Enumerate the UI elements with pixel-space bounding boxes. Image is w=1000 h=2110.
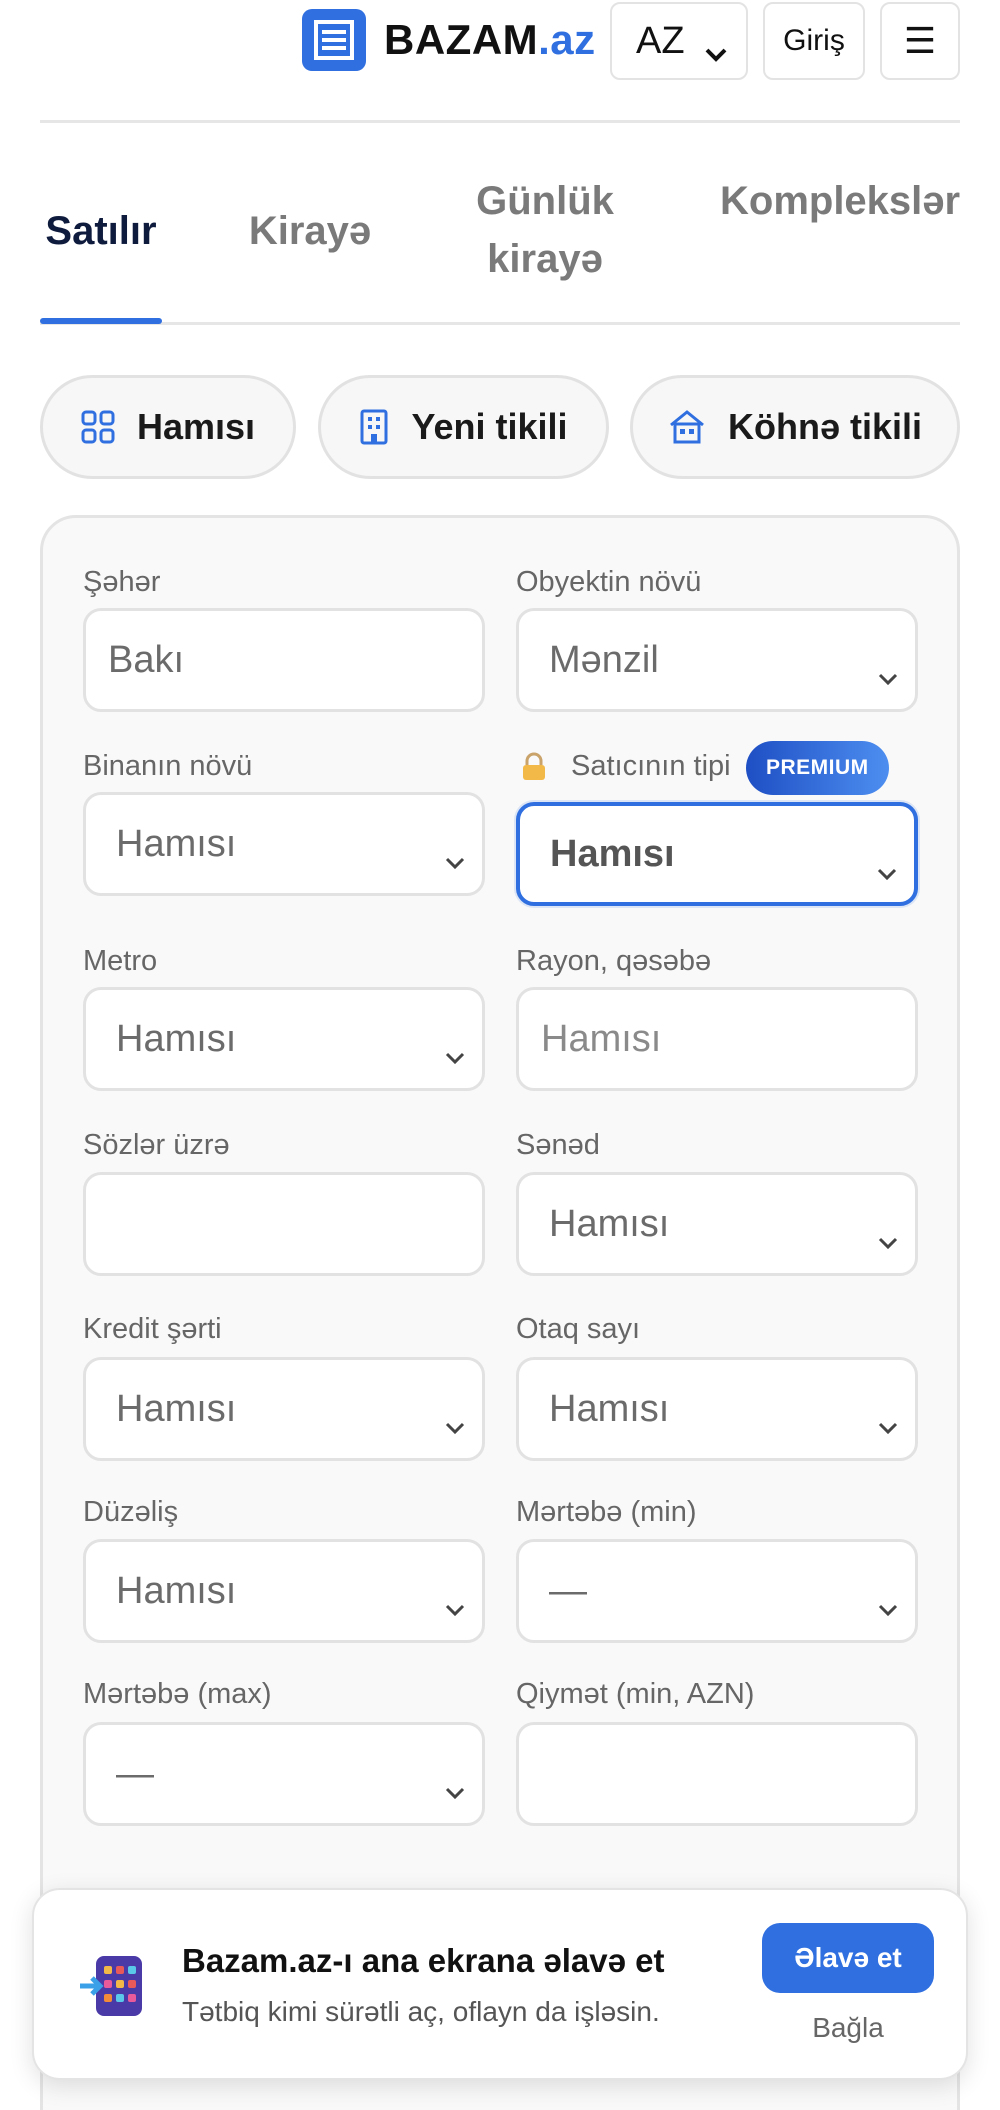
header: BAZAM.az AZ Giriş ☰ bbox=[0, 0, 1000, 84]
credit-select[interactable]: Hamısı bbox=[83, 1357, 485, 1461]
hamburger-menu-icon[interactable]: ☰ bbox=[880, 2, 960, 80]
building-type-value: Hamısı bbox=[116, 822, 237, 865]
document-select[interactable]: Hamısı bbox=[516, 1172, 918, 1276]
login-button[interactable]: Giriş bbox=[763, 2, 865, 80]
district-label: Rayon, qəsəbə bbox=[516, 945, 712, 977]
logo-text: BAZAM.az bbox=[384, 16, 596, 63]
language-value: AZ bbox=[636, 19, 685, 62]
keywords-input[interactable] bbox=[83, 1172, 485, 1276]
category-label: Yeni tikili bbox=[411, 406, 568, 447]
category-all-button[interactable]: Hamısı bbox=[40, 375, 296, 479]
price-min-label: Qiymət (min, AZN) bbox=[516, 1678, 755, 1710]
install-app-banner: Bazam.az-ı ana ekrana əlavə et Tətbiq ki… bbox=[32, 1888, 968, 2080]
building-type-label: Binanın növü bbox=[83, 750, 253, 782]
rooms-label: Otaq sayı bbox=[516, 1313, 641, 1345]
building-icon bbox=[359, 408, 389, 446]
document-value: Hamısı bbox=[549, 1202, 670, 1245]
chevron-down-icon bbox=[876, 848, 898, 891]
logo[interactable]: BAZAM.az bbox=[302, 9, 596, 71]
tab-sale[interactable]: Satılır bbox=[40, 202, 162, 260]
rooms-value: Hamısı bbox=[549, 1387, 670, 1430]
header-divider bbox=[40, 120, 960, 123]
category-old-building-button[interactable]: Köhnə tikili bbox=[630, 375, 960, 479]
floor-min-label: Mərtəbə (min) bbox=[516, 1496, 697, 1528]
city-input[interactable]: Bakı bbox=[83, 608, 485, 712]
chevron-down-icon bbox=[877, 653, 899, 696]
active-tab-indicator bbox=[40, 318, 162, 324]
floor-max-select[interactable]: — bbox=[83, 1722, 485, 1826]
banner-subtitle: Tətbiq kimi sürətli aç, oflayn da işləsi… bbox=[182, 1996, 660, 2027]
house-icon bbox=[668, 409, 706, 445]
chevron-down-icon bbox=[444, 1032, 466, 1075]
object-type-label: Obyektin növü bbox=[516, 566, 702, 598]
credit-label: Kredit şərti bbox=[83, 1313, 222, 1345]
category-new-building-button[interactable]: Yeni tikili bbox=[318, 375, 609, 479]
floor-max-value: — bbox=[116, 1752, 154, 1795]
chevron-down-icon bbox=[877, 1217, 899, 1260]
tab-complexes[interactable]: Komplekslər bbox=[720, 172, 960, 230]
renovation-value: Hamısı bbox=[116, 1569, 237, 1612]
building-type-select[interactable]: Hamısı bbox=[83, 792, 485, 896]
keywords-label: Sözlər üzrə bbox=[83, 1129, 230, 1161]
category-label: Köhnə tikili bbox=[727, 406, 922, 447]
credit-value: Hamısı bbox=[116, 1387, 237, 1430]
chevron-down-icon bbox=[877, 1402, 899, 1445]
object-type-value: Mənzil bbox=[549, 638, 659, 681]
language-select[interactable]: AZ bbox=[610, 2, 748, 80]
floor-max-label: Mərtəbə (max) bbox=[83, 1678, 272, 1710]
rooms-select[interactable]: Hamısı bbox=[516, 1357, 918, 1461]
close-banner-button[interactable]: Bağla bbox=[762, 2012, 934, 2044]
chevron-down-icon bbox=[444, 1767, 466, 1810]
renovation-label: Düzəliş bbox=[83, 1496, 179, 1528]
premium-badge: PREMIUM bbox=[746, 741, 889, 795]
chevron-down-icon bbox=[704, 30, 728, 73]
district-input[interactable]: Hamısı bbox=[516, 987, 918, 1091]
metro-label: Metro bbox=[83, 945, 158, 977]
app-grid-icon bbox=[78, 1954, 148, 2023]
building-logo-icon bbox=[302, 9, 366, 71]
add-to-home-button[interactable]: Əlavə et bbox=[762, 1923, 934, 1993]
seller-type-value: Hamısı bbox=[550, 832, 675, 875]
chevron-down-icon bbox=[444, 1402, 466, 1445]
listing-type-tabs: Satılır Kirayə Günlük kirayə Komplekslər bbox=[40, 160, 960, 326]
chevron-down-icon bbox=[444, 837, 466, 880]
object-type-select[interactable]: Mənzil bbox=[516, 608, 918, 712]
city-label: Şəhər bbox=[83, 566, 161, 598]
seller-type-select[interactable]: Hamısı bbox=[516, 802, 918, 906]
chevron-down-icon bbox=[877, 1584, 899, 1627]
floor-min-select[interactable]: — bbox=[516, 1539, 918, 1643]
floor-min-value: — bbox=[549, 1569, 587, 1612]
category-label: Hamısı bbox=[136, 406, 256, 447]
seller-type-label: Satıcının tipi bbox=[571, 750, 731, 782]
document-label: Sənəd bbox=[516, 1129, 600, 1161]
banner-title: Bazam.az-ı ana ekrana əlavə et bbox=[182, 1942, 665, 1979]
tabs-divider bbox=[40, 322, 960, 325]
tab-daily-rent[interactable]: Günlük kirayə bbox=[460, 172, 630, 288]
metro-select[interactable]: Hamısı bbox=[83, 987, 485, 1091]
metro-value: Hamısı bbox=[116, 1017, 237, 1060]
grid-icon bbox=[81, 410, 115, 444]
lock-icon bbox=[520, 752, 548, 787]
price-min-input[interactable] bbox=[516, 1722, 918, 1826]
chevron-down-icon bbox=[444, 1584, 466, 1627]
tab-rent[interactable]: Kirayə bbox=[240, 202, 380, 260]
renovation-select[interactable]: Hamısı bbox=[83, 1539, 485, 1643]
